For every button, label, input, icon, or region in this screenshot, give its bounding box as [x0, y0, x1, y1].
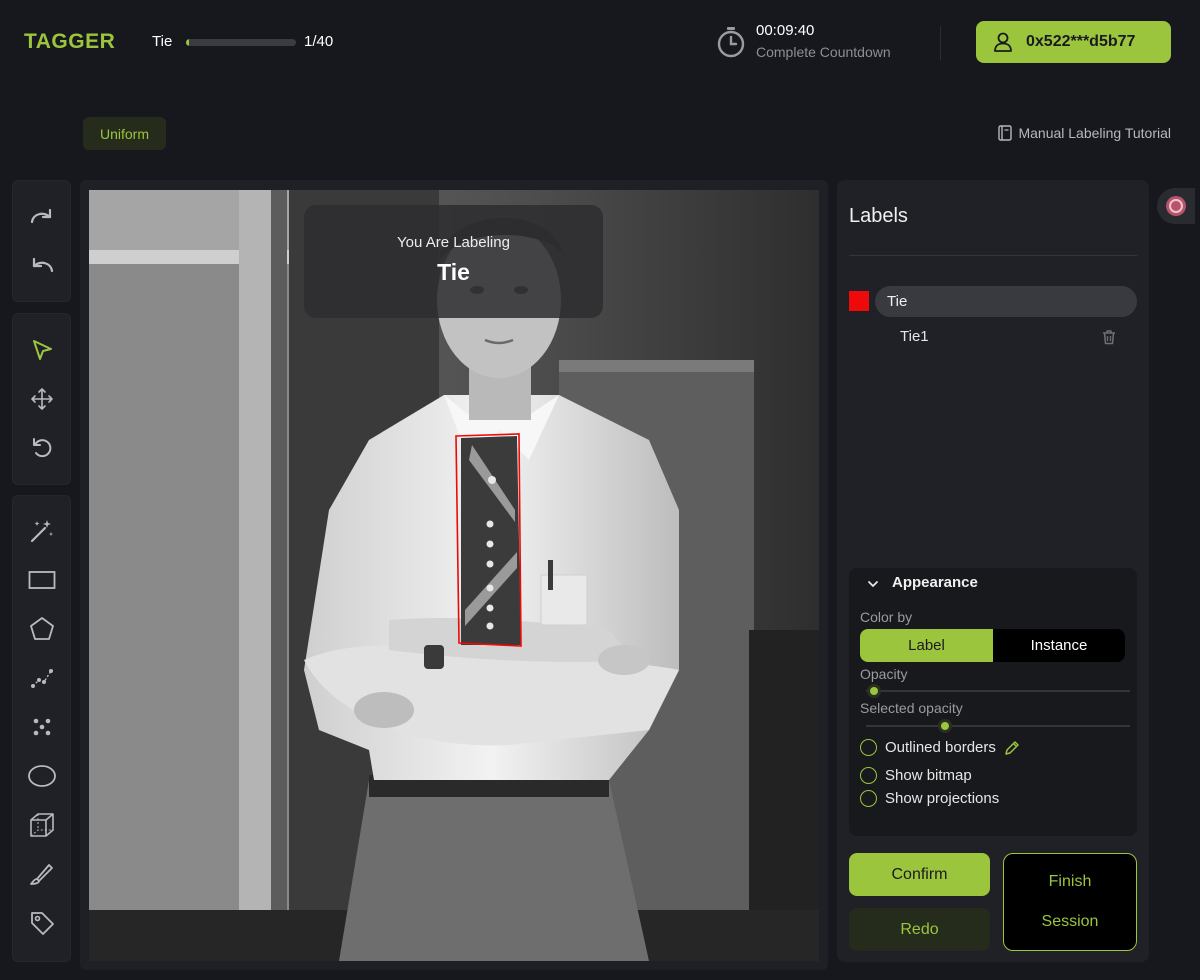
points-icon: [33, 718, 50, 736]
wallet-address: 0x522***d5b77: [1026, 33, 1136, 50]
cuboid-icon: [29, 813, 54, 837]
drawing-tool-group: [12, 495, 71, 962]
show-bitmap-checkbox[interactable]: Show bitmap: [860, 767, 972, 784]
move-tool[interactable]: [13, 381, 70, 417]
color-by-label: Color by: [860, 609, 913, 625]
app-logo: TAGGER: [24, 30, 116, 53]
user-icon: [994, 32, 1012, 52]
tutorial-link-label: Manual Labeling Tutorial: [1018, 125, 1171, 141]
navigation-tool-group: [12, 313, 71, 485]
label-item-name: Tie: [887, 293, 908, 310]
cuboid-tool[interactable]: [13, 807, 70, 843]
rotate-icon: [32, 438, 51, 458]
opacity-slider[interactable]: [866, 684, 1130, 698]
redo-button[interactable]: Redo: [849, 908, 990, 951]
redo-tool[interactable]: [13, 199, 70, 235]
countdown-time: 00:09:40: [756, 22, 815, 39]
task-progress-fill: [186, 39, 190, 46]
select-tool[interactable]: [13, 332, 70, 368]
selected-opacity-label: Selected opacity: [860, 700, 963, 716]
redo-icon: [30, 208, 51, 224]
labeling-banner: You Are Labeling Tie: [304, 205, 603, 318]
brush-tool[interactable]: [13, 856, 70, 892]
tag-icon: [30, 912, 54, 935]
header-divider: [940, 26, 941, 60]
tag-tool[interactable]: [13, 905, 70, 941]
undo-tool[interactable]: [13, 248, 70, 284]
ellipse-tool[interactable]: [13, 758, 70, 794]
color-by-instance-option[interactable]: Instance: [993, 629, 1125, 662]
polygon-tool[interactable]: [13, 611, 70, 647]
pencil-icon[interactable]: [1004, 740, 1020, 756]
task-name: Tie: [152, 33, 173, 50]
finish-session-line2: Session: [1041, 913, 1099, 930]
label-item-tie[interactable]: Tie: [875, 286, 1137, 317]
help-widget-icon: [1166, 196, 1186, 216]
checkbox-label: Show projections: [885, 790, 1000, 807]
undo-icon: [32, 257, 53, 273]
checkbox-circle[interactable]: [860, 767, 877, 784]
history-tool-group: [12, 180, 71, 302]
points-tool[interactable]: [13, 709, 70, 745]
opacity-label: Opacity: [860, 666, 908, 682]
selected-opacity-slider[interactable]: [866, 719, 1130, 733]
stopwatch-icon: [717, 27, 745, 58]
task-progress-bar: [186, 39, 296, 46]
opacity-slider-thumb[interactable]: [866, 684, 881, 698]
wallet-button[interactable]: 0x522***d5b77: [976, 21, 1171, 63]
rectangle-icon: [28, 571, 55, 589]
ellipse-icon: [27, 765, 56, 787]
move-icon: [30, 388, 53, 410]
checkbox-circle[interactable]: [860, 790, 877, 807]
polygon-icon: [29, 617, 54, 640]
magic-wand-icon: [30, 520, 53, 543]
polyline-icon: [30, 669, 53, 688]
floating-help-button[interactable]: [1157, 188, 1195, 224]
magic-wand-tool[interactable]: [13, 513, 70, 549]
outlined-borders-checkbox[interactable]: Outlined borders: [860, 739, 1020, 756]
rotate-tool[interactable]: [13, 430, 70, 466]
task-progress-count: 1/40: [304, 33, 334, 50]
banner-subtitle: You Are Labeling: [397, 234, 510, 251]
polyline-tool[interactable]: [13, 660, 70, 696]
rectangle-tool[interactable]: [13, 562, 70, 598]
labels-title: Labels: [849, 205, 908, 227]
instance-item[interactable]: Tie1: [900, 328, 929, 345]
finish-session-button[interactable]: Finish Session: [1003, 853, 1137, 951]
select-arrow-icon: [32, 340, 52, 360]
tutorial-link[interactable]: Manual Labeling Tutorial: [998, 125, 1171, 141]
checkbox-label: Outlined borders: [885, 739, 996, 756]
brush-icon: [29, 864, 53, 885]
finish-session-line1: Finish: [1048, 873, 1092, 890]
confirm-button[interactable]: Confirm: [849, 853, 990, 896]
trash-icon[interactable]: [1101, 329, 1117, 345]
checkbox-circle[interactable]: [860, 739, 877, 756]
checkbox-label: Show bitmap: [885, 767, 972, 784]
book-icon: [998, 125, 1013, 141]
label-color-swatch: [849, 291, 869, 311]
show-projections-checkbox[interactable]: Show projections: [860, 790, 999, 807]
labels-divider: [849, 255, 1137, 256]
countdown-label: Complete Countdown: [756, 44, 891, 60]
chevron-down-icon[interactable]: [867, 578, 879, 590]
color-by-label-option[interactable]: Label: [860, 629, 993, 662]
category-tag[interactable]: Uniform: [83, 117, 166, 150]
appearance-title[interactable]: Appearance: [892, 574, 978, 591]
banner-label: Tie: [437, 259, 470, 285]
